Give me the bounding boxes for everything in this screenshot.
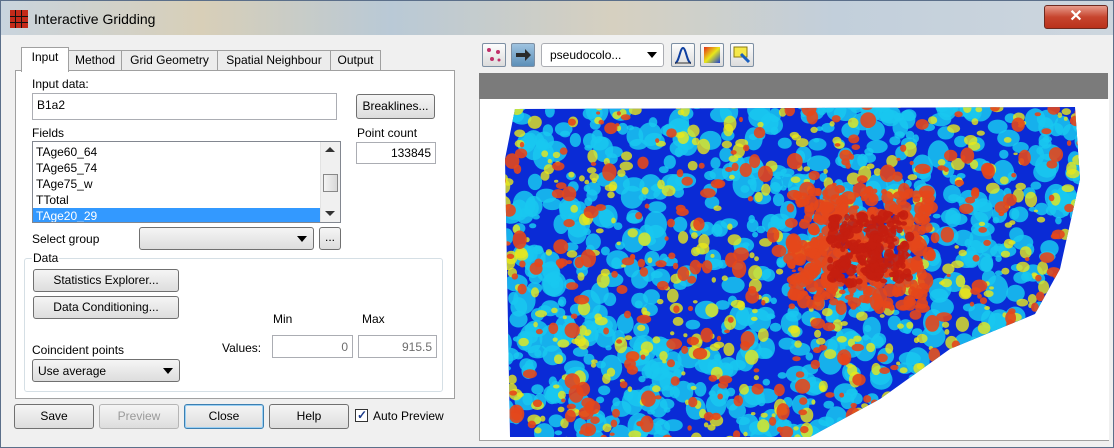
browse-group-button[interactable]: ...	[319, 227, 341, 250]
tab-grid-geometry[interactable]: Grid Geometry	[121, 50, 218, 71]
list-item-selected[interactable]: TAge20_29	[33, 208, 322, 222]
close-window-button[interactable]: ✕	[1044, 5, 1108, 29]
fields-scrollbar[interactable]	[320, 142, 340, 222]
values-label: Values:	[222, 341, 262, 355]
tab-input[interactable]: Input	[21, 47, 69, 72]
help-button[interactable]: Help	[269, 404, 349, 429]
chevron-down-icon	[297, 235, 307, 242]
points-icon[interactable]	[482, 43, 506, 67]
chevron-down-icon	[647, 52, 657, 58]
list-item[interactable]: TAge60_64	[36, 144, 97, 160]
point-count-label: Point count	[357, 126, 418, 140]
list-item[interactable]: TAge75_w	[36, 176, 92, 192]
min-label: Min	[273, 312, 293, 326]
breaklines-button[interactable]: Breaklines...	[356, 94, 435, 119]
scroll-down-icon[interactable]	[325, 211, 335, 216]
input-data-label: Input data:	[32, 77, 89, 91]
annotate-icon[interactable]	[730, 43, 754, 67]
app-grid-icon	[10, 10, 28, 28]
max-value-field: 915.5	[358, 335, 437, 358]
tab-method[interactable]: Method	[68, 50, 122, 71]
arrow-icon[interactable]	[511, 43, 535, 67]
close-button[interactable]: Close	[184, 404, 264, 429]
histogram-icon[interactable]	[671, 43, 695, 67]
fields-list[interactable]: TAge60_64 TAge65_74 TAge75_w TTotal TAge…	[32, 141, 341, 223]
preview-button[interactable]: Preview	[99, 404, 179, 429]
scroll-thumb[interactable]	[323, 174, 338, 192]
input-data-field[interactable]: B1a2	[32, 93, 337, 120]
checkmark-icon: ✓	[357, 408, 368, 422]
interactive-gridding-window: Interactive Gridding ✕ Input Method Grid…	[0, 0, 1114, 448]
tab-spatial-neighbour[interactable]: Spatial Neighbour	[217, 50, 331, 71]
tab-output[interactable]: Output	[330, 50, 381, 71]
colour-mode-dropdown[interactable]: pseudocolo...	[541, 43, 664, 67]
auto-preview-checkbox[interactable]: ✓	[355, 408, 368, 422]
data-conditioning-button[interactable]: Data Conditioning...	[33, 296, 179, 319]
point-count-value: 133845	[356, 142, 436, 164]
window-title: Interactive Gridding	[34, 11, 156, 27]
auto-preview-label: Auto Preview	[373, 409, 444, 423]
coincident-points-dropdown[interactable]: Use average	[32, 359, 180, 382]
min-value-field: 0	[272, 335, 353, 358]
coincident-points-value: Use average	[38, 364, 107, 378]
data-group-label: Data	[32, 251, 60, 265]
select-group-label: Select group	[32, 232, 100, 246]
coincident-points-label: Coincident points	[32, 343, 125, 357]
list-item[interactable]: TAge65_74	[36, 160, 97, 176]
max-label: Max	[362, 312, 385, 326]
save-button[interactable]: Save	[14, 404, 94, 429]
preview-header-strip	[479, 73, 1108, 99]
fields-label: Fields	[32, 126, 65, 140]
scroll-up-icon[interactable]	[325, 147, 335, 152]
statistics-explorer-button[interactable]: Statistics Explorer...	[33, 269, 179, 292]
colour-table-icon[interactable]	[700, 43, 724, 67]
colour-mode-value: pseudocolo...	[550, 48, 622, 62]
select-group-dropdown[interactable]	[139, 227, 314, 250]
chevron-down-icon	[163, 367, 173, 374]
gridded-surface-map	[505, 107, 1080, 437]
grid-preview-canvas[interactable]	[479, 99, 1109, 441]
list-item[interactable]: TTotal	[36, 192, 69, 208]
title-bar[interactable]: Interactive Gridding ✕	[1, 1, 1113, 35]
